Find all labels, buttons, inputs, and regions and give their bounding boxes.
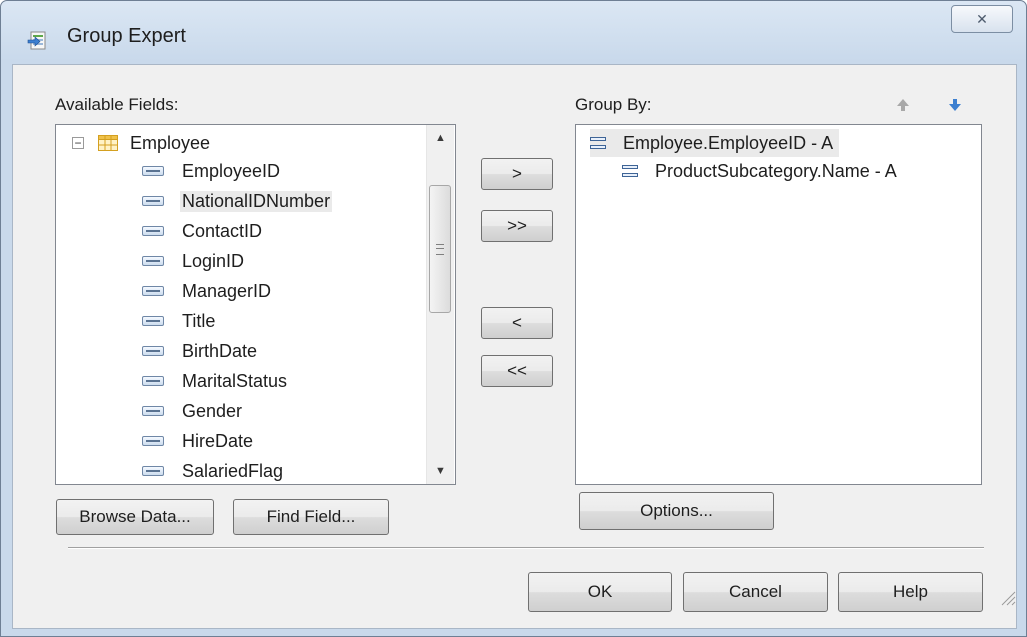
group-item-employee-employeeid[interactable]: Employee.EmployeeID - A	[590, 129, 840, 157]
window-title: Group Expert	[67, 25, 186, 47]
field-item-contactid[interactable]: ContactID	[142, 217, 264, 245]
field-icon	[142, 286, 164, 296]
group-item-label: Employee.EmployeeID - A	[623, 132, 834, 153]
group-expert-app-icon	[27, 31, 46, 50]
close-icon: ✕	[976, 10, 988, 27]
field-item-managerid[interactable]: ManagerID	[142, 277, 273, 305]
remove-all-fields-button[interactable]: <<	[481, 355, 553, 387]
separator-line	[68, 547, 984, 549]
field-icon	[142, 256, 164, 266]
field-item-hiredate[interactable]: HireDate	[142, 427, 255, 455]
find-field-button[interactable]: Find Field...	[233, 499, 389, 535]
move-down-arrow-icon[interactable]	[947, 97, 963, 113]
field-icon	[142, 196, 164, 206]
field-item-gender[interactable]: Gender	[142, 397, 244, 425]
group-by-list[interactable]: Employee.EmployeeID - A ProductSubcatego…	[575, 124, 982, 485]
remove-field-button[interactable]: <	[481, 307, 553, 339]
group-expert-window: Group Expert ✕ Available Fields: − Emplo…	[0, 0, 1027, 637]
field-icon	[142, 376, 164, 386]
field-item-birthdate[interactable]: BirthDate	[142, 337, 259, 365]
available-fields-label: Available Fields:	[55, 95, 179, 114]
field-label: NationalIDNumber	[180, 190, 333, 212]
grip-icon	[436, 243, 444, 255]
field-item-title[interactable]: Title	[142, 307, 217, 335]
table-name-label: Employee	[130, 132, 211, 153]
group-item-productsubcategory-name[interactable]: ProductSubcategory.Name - A	[622, 157, 899, 185]
field-label: Title	[182, 310, 216, 331]
field-label: HireDate	[182, 430, 254, 451]
help-button[interactable]: Help	[838, 572, 983, 612]
close-button[interactable]: ✕	[951, 5, 1013, 33]
field-item-salariedflag[interactable]: SalariedFlag	[142, 457, 285, 484]
browse-data-button[interactable]: Browse Data...	[56, 499, 214, 535]
available-fields-list[interactable]: − Employee EmployeeID NationalIDNumber C…	[55, 124, 456, 485]
field-item-employeeid[interactable]: EmployeeID	[142, 157, 282, 185]
group-icon	[590, 136, 606, 150]
field-icon	[142, 406, 164, 416]
ok-button[interactable]: OK	[528, 572, 672, 612]
field-item-loginid[interactable]: LoginID	[142, 247, 246, 275]
options-button[interactable]: Options...	[579, 492, 774, 530]
move-up-arrow-icon[interactable]	[895, 97, 911, 113]
field-item-nationalidnumber[interactable]: NationalIDNumber	[142, 187, 333, 215]
scroll-up-arrow-icon[interactable]: ▲	[427, 125, 454, 151]
dialog-body: Available Fields: − Employee EmployeeID	[12, 64, 1017, 629]
add-all-fields-button[interactable]: >>	[481, 210, 553, 242]
field-label: ContactID	[182, 220, 263, 241]
field-label: LoginID	[182, 250, 245, 271]
field-icon	[142, 316, 164, 326]
field-icon	[142, 166, 164, 176]
group-icon	[622, 164, 638, 178]
group-by-label: Group By:	[575, 95, 652, 114]
field-label: SalariedFlag	[182, 460, 284, 481]
vertical-scrollbar[interactable]: ▲ ▼	[426, 125, 454, 484]
field-icon	[142, 466, 164, 476]
group-item-label: ProductSubcategory.Name - A	[655, 160, 897, 181]
resize-grip-icon[interactable]	[998, 588, 1016, 606]
scroll-down-arrow-icon[interactable]: ▼	[427, 458, 454, 484]
cancel-button[interactable]: Cancel	[683, 572, 828, 612]
collapse-icon[interactable]: −	[72, 137, 84, 149]
add-field-button[interactable]: >	[481, 158, 553, 190]
tree-node-employee[interactable]: − Employee	[72, 129, 212, 157]
field-icon	[142, 346, 164, 356]
scrollbar-thumb[interactable]	[429, 185, 451, 313]
title-bar: Group Expert ✕	[1, 1, 1026, 65]
field-label: Gender	[182, 400, 243, 421]
field-label: ManagerID	[182, 280, 272, 301]
field-label: EmployeeID	[182, 160, 281, 181]
field-item-maritalstatus[interactable]: MaritalStatus	[142, 367, 289, 395]
field-label: BirthDate	[182, 340, 258, 361]
field-label: MaritalStatus	[182, 370, 288, 391]
field-icon	[142, 436, 164, 446]
table-icon	[98, 135, 118, 151]
field-icon	[142, 226, 164, 236]
